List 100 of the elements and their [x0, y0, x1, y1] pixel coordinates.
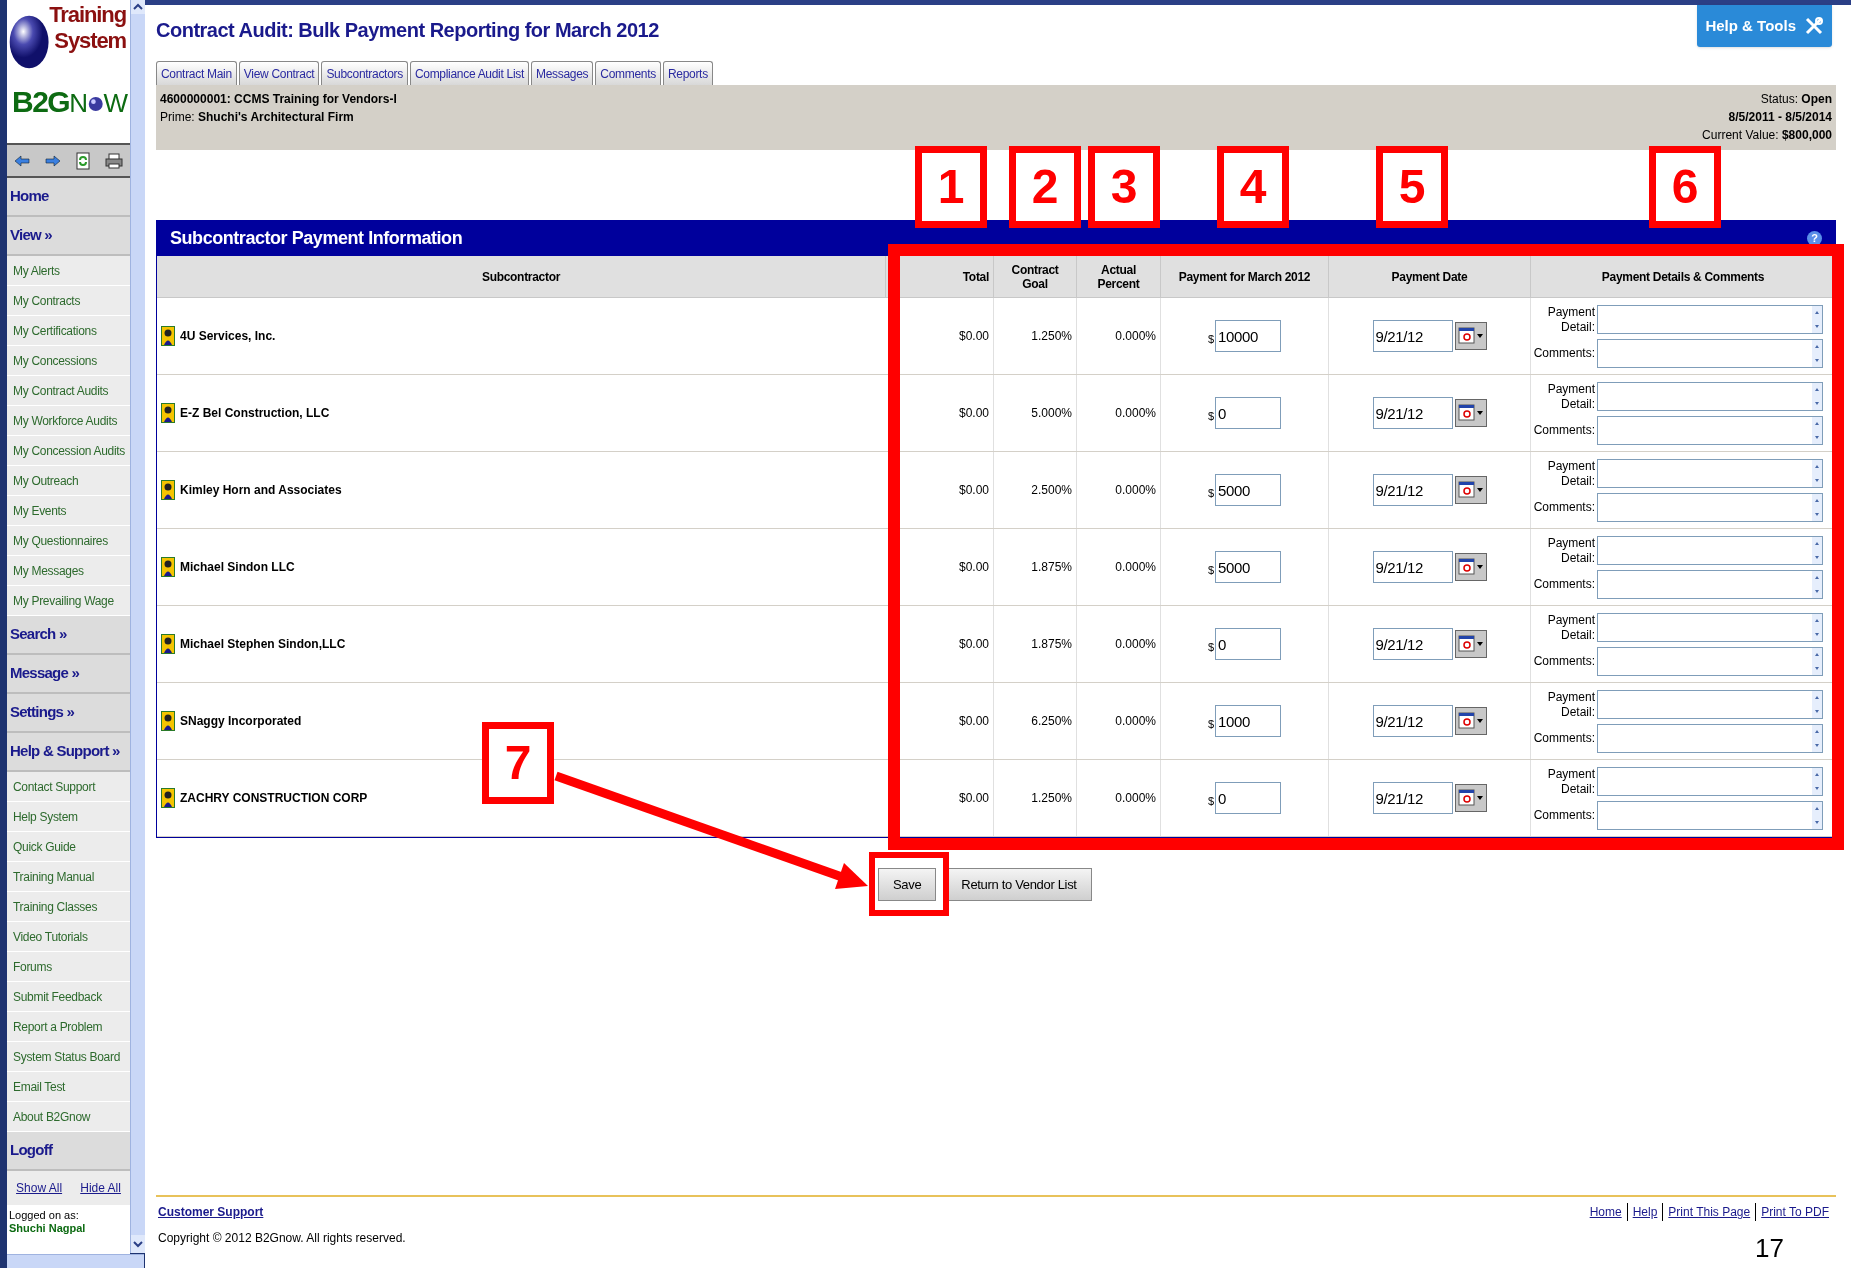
customer-support-link[interactable]: Customer Support [158, 1203, 406, 1221]
payment-detail-field[interactable] [1597, 613, 1823, 642]
calendar-button-icon[interactable] [1454, 322, 1487, 350]
help-tools-button[interactable]: Help & Tools [1697, 5, 1832, 47]
scroll-arrows-icon[interactable] [1812, 537, 1822, 564]
nav-link[interactable]: Contact Support [7, 772, 130, 802]
nav-section[interactable]: Help & Support » [7, 733, 130, 772]
nav-link[interactable]: Help System [7, 802, 130, 832]
calendar-button-icon[interactable] [1454, 399, 1487, 427]
payment-detail-field[interactable] [1597, 459, 1823, 488]
tab[interactable]: Reports [662, 61, 713, 85]
scroll-arrows-icon[interactable] [1812, 383, 1822, 410]
footer-link[interactable]: Home [1584, 1203, 1627, 1221]
forward-arrow-icon[interactable] [45, 154, 62, 167]
scroll-arrows-icon[interactable] [1812, 801, 1822, 829]
tab[interactable]: Messages [531, 61, 594, 85]
nav-link[interactable]: My Workforce Audits [7, 406, 130, 436]
payment-input[interactable]: 0 [1215, 397, 1282, 429]
sidebar-scrollbar[interactable] [130, 0, 145, 1253]
nav-link[interactable]: Training Manual [7, 862, 130, 892]
footer-link[interactable]: Print This Page [1662, 1203, 1756, 1221]
scroll-arrows-icon[interactable] [1812, 339, 1822, 367]
nav-section[interactable]: Search » [7, 616, 130, 655]
payment-detail-field[interactable] [1597, 305, 1823, 334]
payment-input[interactable]: 10000 [1215, 320, 1282, 352]
payment-detail-field[interactable] [1597, 690, 1823, 719]
scroll-arrows-icon[interactable] [1812, 768, 1822, 795]
payment-input[interactable]: 5000 [1215, 551, 1282, 583]
scroll-up-icon[interactable] [131, 0, 145, 14]
tab[interactable]: Contract Main [156, 61, 237, 85]
footer-link[interactable]: Help [1626, 1203, 1663, 1221]
date-input[interactable]: 9/21/12 [1372, 782, 1453, 814]
nav-link[interactable]: Report a Problem [7, 1012, 130, 1042]
nav-link[interactable]: My Concessions [7, 346, 130, 376]
nav-link[interactable]: Quick Guide [7, 832, 130, 862]
tab[interactable]: Compliance Audit List [409, 61, 529, 85]
nav-link[interactable]: My Alerts [7, 256, 130, 286]
scroll-arrows-icon[interactable] [1812, 570, 1822, 598]
comments-field[interactable] [1597, 338, 1823, 368]
payment-detail-field[interactable] [1597, 382, 1823, 411]
nav-section[interactable]: Message » [7, 655, 130, 694]
nav-link[interactable]: My Certifications [7, 316, 130, 346]
nav-section[interactable]: Logoff [7, 1132, 130, 1171]
back-arrow-icon[interactable] [14, 154, 31, 167]
nav-link[interactable]: My Contracts [7, 286, 130, 316]
payment-input[interactable]: 0 [1215, 782, 1282, 814]
date-input[interactable]: 9/21/12 [1372, 551, 1453, 583]
scroll-arrows-icon[interactable] [1812, 460, 1822, 487]
scroll-arrows-icon[interactable] [1812, 493, 1822, 521]
show-all-link[interactable]: Show All [16, 1179, 63, 1197]
nav-link[interactable]: Forums [7, 952, 130, 982]
return-button[interactable]: Return to Vendor List [946, 868, 1092, 901]
comments-field[interactable] [1597, 415, 1823, 445]
nav-link[interactable]: Training Classes [7, 892, 130, 922]
refresh-page-icon[interactable] [75, 151, 90, 170]
tab[interactable]: View Contract [238, 61, 320, 85]
date-input[interactable]: 9/21/12 [1372, 474, 1453, 506]
nav-link[interactable]: My Messages [7, 556, 130, 586]
nav-link[interactable]: My Prevailing Wage [7, 586, 130, 616]
nav-link[interactable]: Submit Feedback [7, 982, 130, 1012]
nav-link[interactable]: My Questionnaires [7, 526, 130, 556]
calendar-button-icon[interactable] [1454, 707, 1487, 735]
nav-section[interactable]: Settings » [7, 694, 130, 733]
scroll-down-icon[interactable] [131, 1235, 145, 1253]
hide-all-link[interactable]: Hide All [80, 1179, 121, 1197]
save-button[interactable]: Save [878, 868, 937, 901]
tab[interactable]: Comments [595, 61, 661, 85]
payment-input[interactable]: 5000 [1215, 474, 1282, 506]
scroll-arrows-icon[interactable] [1812, 416, 1822, 444]
nav-link[interactable]: My Outreach [7, 466, 130, 496]
date-input[interactable]: 9/21/12 [1372, 705, 1453, 737]
payment-input[interactable]: 0 [1215, 628, 1282, 660]
nav-link[interactable]: About B2Gnow [7, 1102, 130, 1132]
calendar-button-icon[interactable] [1454, 784, 1487, 812]
comments-field[interactable] [1597, 492, 1823, 522]
nav-link[interactable]: My Concession Audits [7, 436, 130, 466]
nav-section[interactable]: View » [7, 217, 130, 256]
printer-icon[interactable] [104, 152, 123, 169]
nav-link[interactable]: System Status Board [7, 1042, 130, 1072]
scroll-arrows-icon[interactable] [1812, 306, 1822, 333]
scroll-arrows-icon[interactable] [1812, 691, 1822, 718]
tab[interactable]: Subcontractors [321, 61, 408, 85]
comments-field[interactable] [1597, 800, 1823, 830]
nav-link[interactable]: Email Test [7, 1072, 130, 1102]
scroll-arrows-icon[interactable] [1812, 614, 1822, 641]
scroll-arrows-icon[interactable] [1812, 647, 1822, 675]
horizontal-scrollbar[interactable] [7, 1254, 144, 1268]
comments-field[interactable] [1597, 646, 1823, 676]
nav-section[interactable]: Home [7, 178, 130, 217]
nav-link[interactable]: Video Tutorials [7, 922, 130, 952]
payment-input[interactable]: 1000 [1215, 705, 1282, 737]
calendar-button-icon[interactable] [1454, 553, 1487, 581]
payment-detail-field[interactable] [1597, 767, 1823, 796]
footer-link[interactable]: Print To PDF [1755, 1203, 1834, 1221]
date-input[interactable]: 9/21/12 [1372, 397, 1453, 429]
nav-link[interactable]: My Events [7, 496, 130, 526]
payment-detail-field[interactable] [1597, 536, 1823, 565]
date-input[interactable]: 9/21/12 [1372, 628, 1453, 660]
calendar-button-icon[interactable] [1454, 476, 1487, 504]
calendar-button-icon[interactable] [1454, 630, 1487, 658]
